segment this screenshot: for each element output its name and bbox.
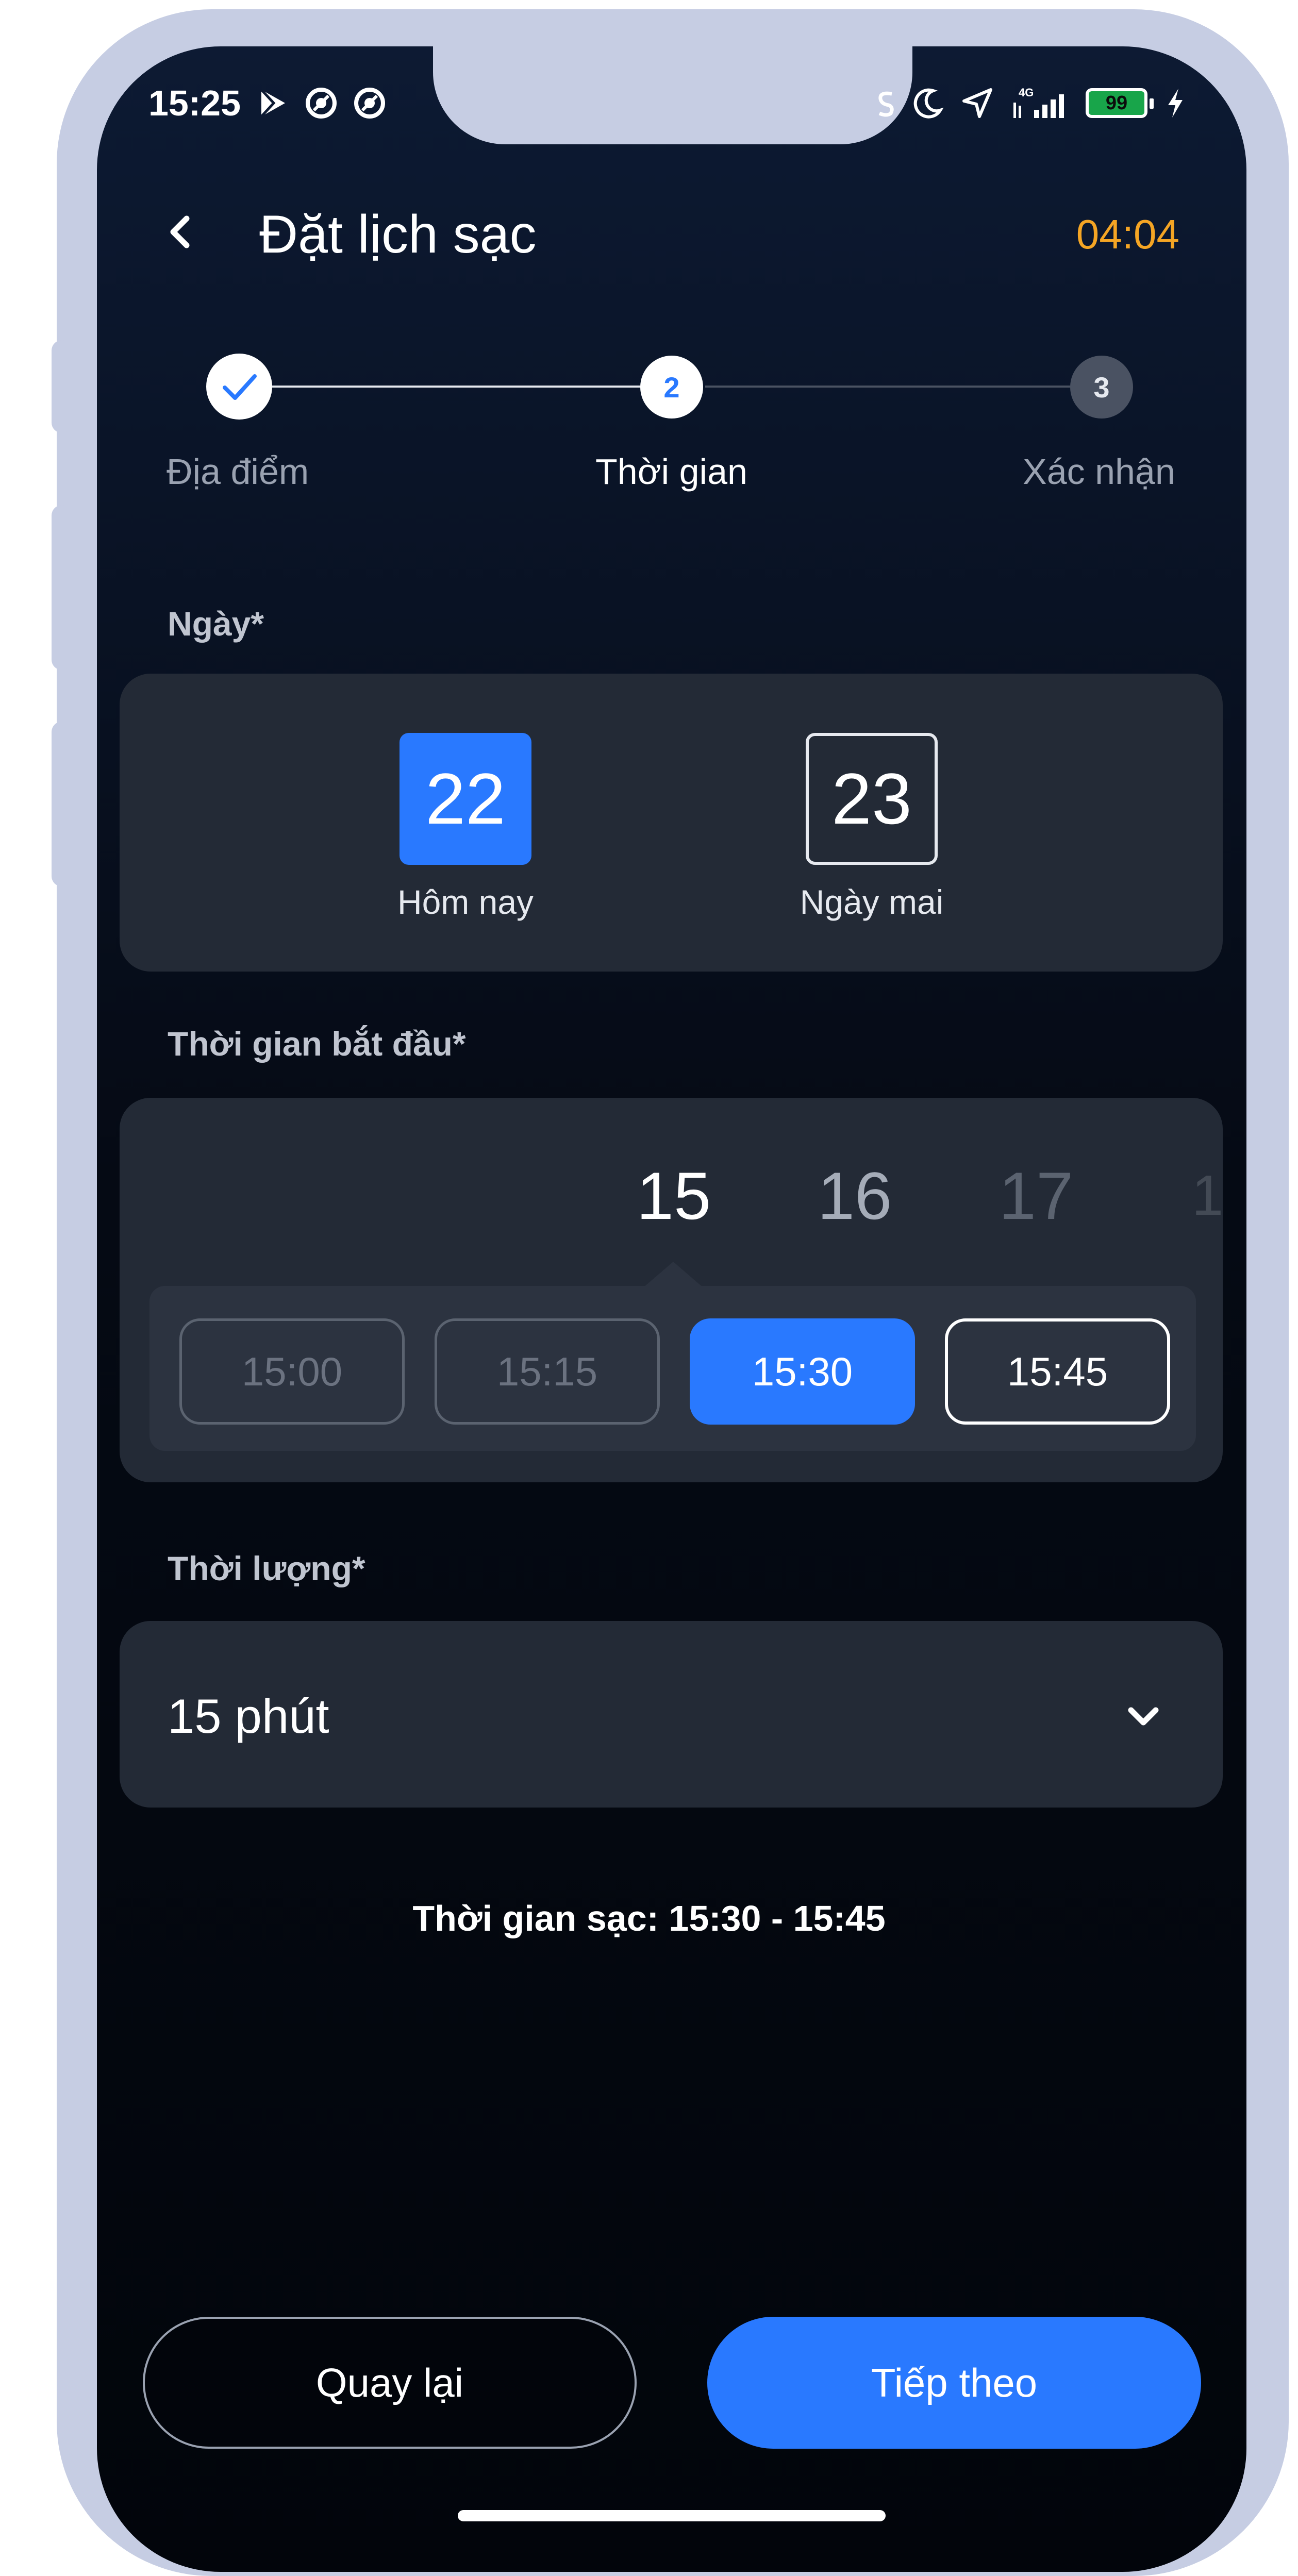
date-day: 23 xyxy=(831,758,912,839)
date-option-today[interactable]: 22 xyxy=(400,733,531,865)
signal-icon: 4G xyxy=(1011,85,1068,121)
check-icon xyxy=(223,374,257,400)
notification-icon xyxy=(876,87,895,120)
hour-option[interactable]: 16 xyxy=(788,1155,922,1237)
page-title: Đặt lịch sạc xyxy=(259,205,537,264)
hour-option[interactable]: 17 xyxy=(969,1155,1103,1237)
date-option-tomorrow[interactable]: 23 xyxy=(806,733,938,865)
hour-option-selected[interactable]: 15 xyxy=(607,1155,741,1237)
charging-icon xyxy=(1165,87,1186,120)
step-2-active: 2 xyxy=(640,356,703,419)
stepper-line-completed xyxy=(240,386,647,388)
next-button[interactable]: Tiếp theo xyxy=(707,2317,1201,2449)
date-day: 22 xyxy=(425,758,506,839)
time-slot-strip: 15:00 15:15 15:30 15:45 xyxy=(149,1286,1196,1451)
notch xyxy=(433,46,912,144)
home-indicator[interactable] xyxy=(458,2510,886,2521)
hour-pointer xyxy=(643,1262,703,1287)
step-number: 2 xyxy=(663,371,680,404)
location-icon xyxy=(961,87,994,120)
step-label-confirm: Xác nhận xyxy=(1023,451,1175,492)
time-slot-available[interactable]: 15:45 xyxy=(945,1318,1170,1425)
stepper-line-pending xyxy=(705,386,1102,388)
status-bar-right: 4G 99 xyxy=(876,77,1186,129)
charging-time-summary: Thời gian sạc: 15:30 - 15:45 xyxy=(412,1898,886,1938)
side-button xyxy=(52,340,72,433)
time-slot-disabled[interactable]: 15:15 xyxy=(435,1318,660,1425)
side-button xyxy=(52,722,72,886)
duration-section-label: Thời lượng* xyxy=(168,1549,365,1587)
notification-icon xyxy=(305,87,338,120)
date-section-label: Ngày* xyxy=(168,605,264,643)
back-button[interactable] xyxy=(160,206,201,258)
step-3-pending: 3 xyxy=(1070,356,1133,419)
battery-level: 99 xyxy=(1105,92,1128,114)
time-slot-disabled[interactable]: 15:00 xyxy=(179,1318,405,1425)
notification-icon xyxy=(353,87,386,120)
date-caption-today: Hôm nay xyxy=(397,883,534,921)
start-time-section-label: Thời gian bắt đầu* xyxy=(168,1025,466,1063)
duration-value: 15 phút xyxy=(168,1689,329,1743)
status-time: 15:25 xyxy=(148,83,241,123)
date-caption-tomorrow: Ngày mai xyxy=(800,883,944,921)
step-number: 3 xyxy=(1093,371,1110,404)
svg-text:4G: 4G xyxy=(1019,86,1034,99)
countdown-timer: 04:04 xyxy=(1076,211,1179,257)
side-button xyxy=(52,505,72,670)
battery-icon: 99 xyxy=(1086,88,1154,118)
step-label-location: Địa điểm xyxy=(167,451,309,492)
step-label-time: Thời gian xyxy=(595,451,747,492)
step-1-done xyxy=(206,354,272,420)
hour-option-clipped[interactable]: 18 xyxy=(1192,1155,1223,1237)
chevron-down-icon xyxy=(1123,1696,1164,1737)
date-card xyxy=(120,674,1223,972)
status-bar-left: 15:25 xyxy=(148,77,386,129)
moon-icon xyxy=(912,87,943,120)
side-button xyxy=(1268,577,1289,825)
time-slot-selected[interactable]: 15:30 xyxy=(690,1318,915,1425)
play-store-icon xyxy=(256,87,289,120)
chevron-left-icon xyxy=(170,215,190,248)
back-button-footer[interactable]: Quay lại xyxy=(143,2317,637,2449)
